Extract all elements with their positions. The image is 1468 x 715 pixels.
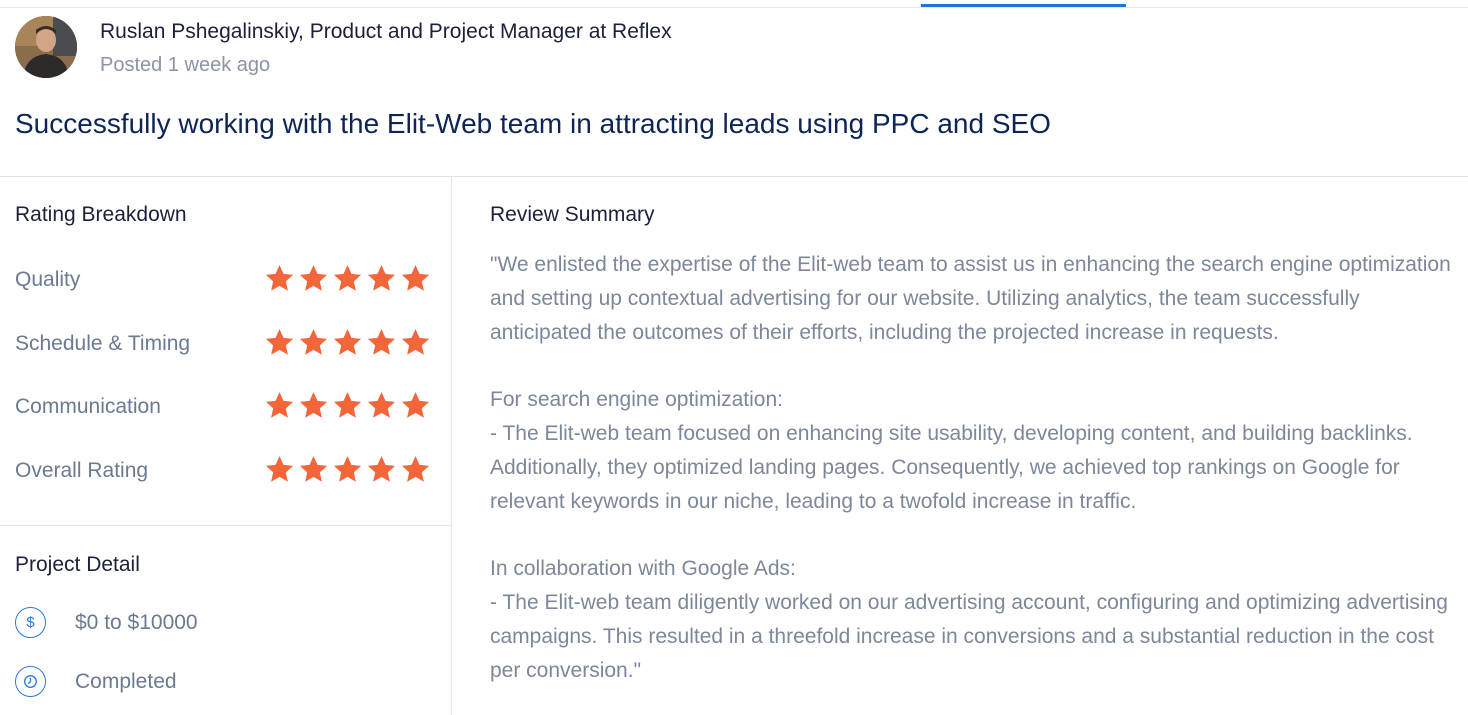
rating-label: Quality (15, 268, 81, 291)
rating-row: Schedule & Timing (15, 324, 435, 364)
star-icon (265, 329, 294, 355)
review-summary-heading: Review Summary (490, 203, 655, 226)
star-icon (265, 265, 294, 291)
avatar (15, 16, 77, 78)
rating-label: Overall Rating (15, 459, 149, 482)
star-icon (401, 456, 430, 482)
active-tab-indicator (921, 4, 1126, 7)
star-icon (367, 392, 396, 418)
rating-breakdown-heading: Rating Breakdown (15, 203, 187, 226)
star-icon (299, 265, 328, 291)
star-icon (367, 329, 396, 355)
star-icon (299, 456, 328, 482)
clock-icon (15, 666, 46, 697)
star-rating (264, 263, 431, 294)
star-icon (401, 329, 430, 355)
star-rating (264, 327, 431, 358)
star-icon (265, 392, 294, 418)
reviewer-name: Ruslan Pshegalinskiy, Product and Projec… (100, 20, 672, 43)
star-rating (264, 390, 431, 421)
rating-row: Overall Rating (15, 451, 435, 491)
header-divider (0, 176, 1468, 177)
project-detail-heading: Project Detail (15, 553, 140, 576)
status-text: Completed (75, 670, 177, 693)
dollar-icon: $ (15, 607, 46, 638)
review-paragraph: - The Elit-web team focused on enhancing… (490, 421, 1413, 513)
review-paragraph: In collaboration with Google Ads: (490, 557, 796, 581)
review-paragraph: For search engine optimization: (490, 388, 783, 412)
star-icon (367, 456, 396, 482)
star-icon (333, 265, 362, 291)
star-icon (333, 392, 362, 418)
star-icon (299, 392, 328, 418)
sidebar-divider (0, 525, 451, 526)
rating-row: Communication (15, 387, 435, 427)
top-divider (0, 7, 1468, 8)
review-paragraph: "We enlisted the expertise of the Elit-w… (490, 253, 1451, 344)
star-icon (401, 392, 430, 418)
review-summary-text: "We enlisted the expertise of the Elit-w… (490, 248, 1460, 687)
column-divider (451, 177, 452, 715)
budget-row: $ $0 to $10000 (15, 605, 435, 641)
status-row: Completed (15, 664, 435, 700)
star-icon (401, 265, 430, 291)
budget-text: $0 to $10000 (75, 611, 198, 634)
rating-label: Communication (15, 395, 161, 418)
rating-row: Quality (15, 260, 435, 300)
review-title: Successfully working with the Elit-Web t… (15, 108, 1051, 139)
star-icon (367, 265, 396, 291)
star-icon (333, 329, 362, 355)
review-paragraph: - The Elit-web team diligently worked on… (490, 590, 1448, 682)
rating-label: Schedule & Timing (15, 332, 191, 355)
star-icon (299, 329, 328, 355)
star-rating (264, 454, 431, 485)
star-icon (333, 456, 362, 482)
star-icon (265, 456, 294, 482)
posted-time: Posted 1 week ago (100, 54, 271, 76)
